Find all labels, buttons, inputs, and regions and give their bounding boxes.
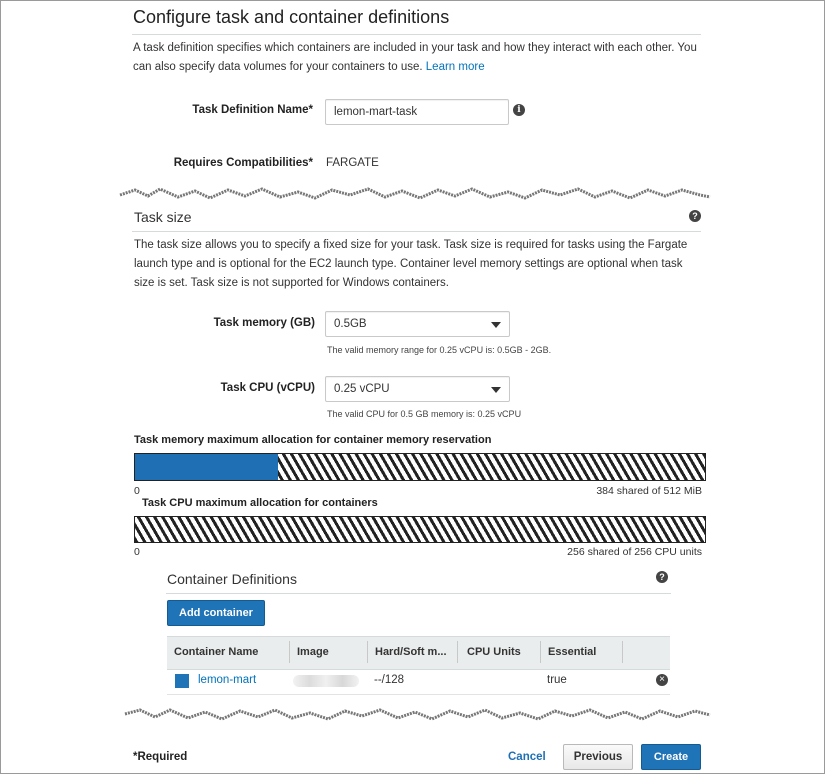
memory-axis-min: 0: [134, 485, 140, 497]
containers-table-header: Container Name Image Hard/Soft m... CPU …: [167, 636, 670, 670]
memory-allocation-title: Task memory maximum allocation for conta…: [134, 434, 492, 446]
image-redacted: [293, 675, 359, 687]
task-memory-select[interactable]: 0.5GB: [325, 311, 510, 337]
container-name-link[interactable]: lemon-mart: [198, 674, 256, 686]
section-title: Configure task and container definitions: [133, 7, 450, 27]
requires-compat-label: Requires Compatibilities*: [173, 157, 313, 169]
column-separator: [540, 641, 541, 663]
task-memory-label: Task memory (GB): [213, 317, 315, 329]
task-memory-value: 0.5GB: [334, 318, 367, 330]
column-header-container-name[interactable]: Container Name: [174, 637, 258, 667]
task-cpu-value: 0.25 vCPU: [334, 383, 390, 395]
column-header-cpu-units[interactable]: CPU Units: [467, 637, 521, 667]
task-cpu-label: Task CPU (vCPU): [220, 382, 315, 394]
cancel-button[interactable]: Cancel: [508, 751, 546, 763]
torn-edge-divider: [119, 187, 711, 209]
add-container-button[interactable]: Add container: [167, 600, 265, 626]
container-color-swatch: [175, 674, 189, 688]
task-size-divider: [132, 231, 701, 232]
caret-down-icon: [491, 322, 501, 328]
task-memory-hint: The valid memory range for 0.25 vCPU is:…: [327, 345, 552, 355]
create-button[interactable]: Create: [641, 744, 701, 770]
memory-allocation-fill: [135, 454, 278, 480]
containers-divider: [166, 593, 671, 594]
cpu-allocation-bar: [134, 516, 706, 543]
task-size-description: The task size allows you to specify a fi…: [134, 239, 688, 289]
help-icon[interactable]: ?: [656, 571, 668, 583]
column-separator: [622, 641, 623, 663]
memory-allocation-text: 384 shared of 512 MiB: [596, 485, 702, 497]
requires-compat-value: FARGATE: [326, 157, 379, 169]
column-header-memory[interactable]: Hard/Soft m...: [375, 637, 447, 667]
learn-more-link[interactable]: Learn more: [426, 61, 485, 73]
cpu-axis-min: 0: [134, 546, 140, 558]
section-divider: [132, 34, 701, 35]
task-definition-name-value: lemon-mart-task: [334, 106, 418, 118]
column-separator: [289, 641, 290, 663]
container-memory-value: --/128: [374, 674, 405, 686]
info-icon[interactable]: i: [513, 104, 525, 116]
task-cpu-hint: The valid CPU for 0.5 GB memory is: 0.25…: [327, 409, 522, 419]
cpu-allocation-text: 256 shared of 256 CPU units: [567, 546, 702, 558]
container-definitions-title: Container Definitions: [167, 571, 297, 587]
task-cpu-select[interactable]: 0.25 vCPU: [325, 376, 510, 402]
section-description: A task definition specifies which contai…: [133, 39, 703, 77]
column-separator: [367, 641, 368, 663]
caret-down-icon: [491, 387, 501, 393]
previous-button[interactable]: Previous: [563, 744, 633, 770]
memory-allocation-bar: [134, 453, 706, 481]
column-header-essential[interactable]: Essential: [548, 637, 596, 667]
column-separator: [457, 641, 458, 663]
table-row: lemon-mart --/128 true ×: [167, 669, 670, 695]
task-definition-name-label: Task Definition Name*: [192, 104, 313, 116]
task-definition-name-input[interactable]: lemon-mart-task: [325, 99, 509, 125]
required-note: *Required: [133, 751, 188, 763]
container-essential-value: true: [547, 674, 567, 686]
close-circle-icon[interactable]: ×: [656, 674, 668, 686]
help-icon[interactable]: ?: [689, 210, 701, 222]
cpu-allocation-title: Task CPU maximum allocation for containe…: [142, 497, 378, 509]
torn-edge-divider: [124, 708, 711, 721]
task-size-title: Task size: [134, 209, 192, 225]
column-header-image[interactable]: Image: [297, 637, 329, 667]
section-description-text: A task definition specifies which contai…: [133, 42, 697, 73]
